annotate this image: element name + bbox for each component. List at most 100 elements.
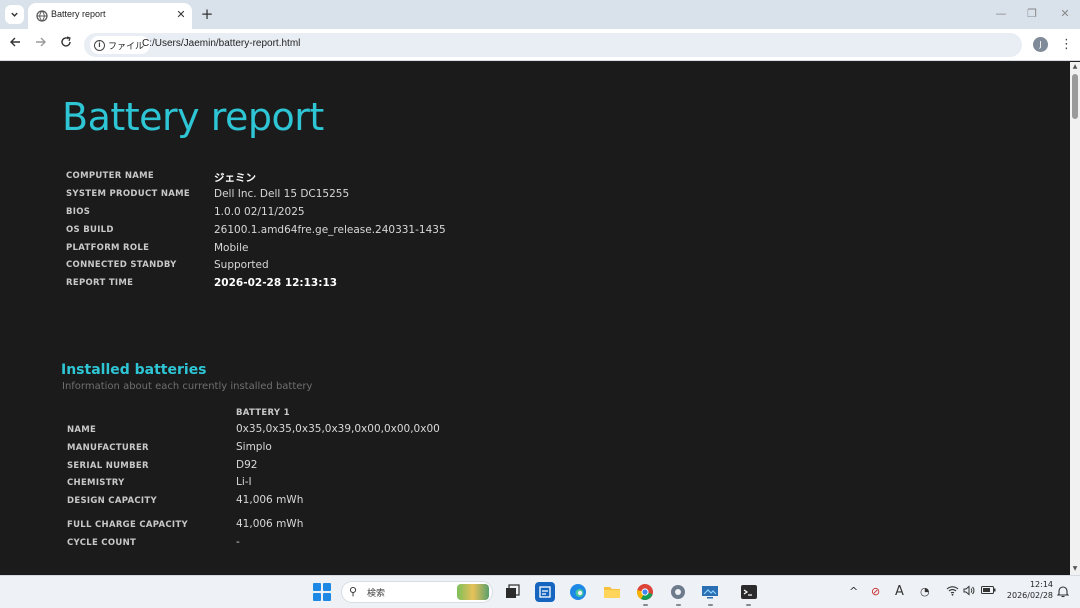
ime-indicator[interactable]: A (895, 585, 904, 599)
info-value: ジェミン (214, 172, 256, 184)
section-title-installed-batteries: Installed batteries (61, 362, 207, 378)
info-value: Supported (214, 259, 269, 272)
info-icon: i (94, 39, 105, 51)
chrome-browser-icon[interactable] (635, 582, 655, 602)
back-button[interactable] (6, 36, 24, 54)
security-alert-icon[interactable]: ⊘ (871, 585, 880, 599)
browser-toolbar: i ファイル C:/Users/Jaemin/battery-report.ht… (0, 29, 1080, 61)
battery-value: 0x35,0x35,0x35,0x39,0x00,0x00,0x00 (236, 423, 440, 435)
monitor-glyph (702, 586, 718, 599)
table-row: SERIAL NUMBER D92 (67, 459, 567, 475)
close-tab-icon[interactable]: ✕ (174, 8, 188, 22)
scroll-thumb[interactable] (1072, 74, 1078, 119)
url-text[interactable]: C:/Users/Jaemin/battery-report.html (142, 38, 300, 49)
task-view-glyph (506, 584, 520, 598)
info-key: OS BUILD (66, 224, 114, 235)
tab-search-button[interactable] (5, 5, 24, 24)
running-indicator (676, 604, 681, 606)
windows-logo-tile (313, 592, 322, 601)
running-indicator (708, 604, 713, 606)
battery-value: D92 (236, 459, 258, 471)
wifi-glyph (946, 586, 959, 596)
table-row: MANUFACTURER Simplo (67, 441, 567, 457)
clock-date: 2026/02/28 (1006, 591, 1053, 600)
running-indicator (643, 604, 648, 606)
info-key: COMPUTER NAME (66, 171, 155, 181)
tab-strip: Battery report ✕ + — ❐ ✕ (0, 0, 1080, 29)
clock-time: 12:14 (1029, 580, 1053, 589)
new-tab-button[interactable]: + (199, 6, 215, 22)
task-view-icon[interactable] (502, 582, 522, 602)
info-key: BIOS (66, 206, 91, 217)
info-key: CONNECTED STANDBY (66, 260, 177, 271)
file-explorer-icon[interactable] (602, 582, 622, 602)
windows-logo-tile (313, 583, 322, 592)
search-icon: ⚲ (349, 585, 358, 598)
taskbar: ⚲ 検索 ^ ⊘ A ◔ 12:14 2026/02/28 (0, 575, 1080, 608)
chevron-down-icon (11, 12, 18, 17)
reload-button[interactable] (57, 36, 75, 54)
taskbar-search[interactable]: ⚲ 検索 (341, 581, 493, 603)
battery-value: - (236, 536, 240, 548)
start-button[interactable] (313, 583, 331, 601)
minimize-button[interactable]: — (993, 6, 1009, 22)
battery-column-header: BATTERY 1 (236, 408, 290, 418)
battery-key: FULL CHARGE CAPACITY (67, 520, 188, 530)
sync-icon[interactable]: ◔ (920, 585, 930, 599)
arrow-right-icon (36, 37, 46, 47)
info-value: 26100.1.amd64fre.ge_release.240331-1435 (214, 223, 446, 236)
table-row: CYCLE COUNT - (67, 536, 567, 552)
battery-key: NAME (67, 425, 97, 435)
battery-key: DESIGN CAPACITY (67, 496, 157, 506)
store-app-icon[interactable] (535, 582, 555, 602)
reload-icon (61, 36, 71, 47)
more-menu-icon[interactable]: ⋮ (1060, 36, 1073, 54)
page-content: Battery report COMPUTER NAME ジェミン SYSTEM… (0, 62, 1070, 575)
profile-avatar[interactable]: J (1033, 37, 1048, 52)
table-row: CHEMISTRY Li-I (67, 476, 567, 492)
battery-glyph (981, 586, 996, 594)
info-key: SYSTEM PRODUCT NAME (66, 188, 191, 199)
site-info-chip[interactable]: i ファイル (90, 36, 151, 54)
wifi-icon[interactable] (946, 585, 959, 600)
maximize-button[interactable]: ❐ (1024, 6, 1040, 22)
edge-glyph (570, 584, 586, 600)
page-scrollbar[interactable]: ▲ ▼ (1070, 62, 1080, 575)
scroll-up-icon[interactable]: ▲ (1071, 63, 1079, 71)
battery-value: Li-I (236, 476, 252, 488)
info-value: Dell Inc. Dell 15 DC15255 (214, 187, 350, 200)
scroll-down-icon[interactable]: ▼ (1071, 565, 1079, 573)
taskbar-search-placeholder: 検索 (367, 589, 386, 599)
tab-battery-report[interactable]: Battery report ✕ (28, 3, 192, 29)
battery-value: Simplo (236, 441, 272, 453)
windows-logo-tile (322, 592, 331, 601)
show-hidden-icons-chevron-icon[interactable]: ^ (849, 585, 858, 599)
edge-browser-icon[interactable] (568, 582, 588, 602)
forward-button[interactable] (32, 36, 50, 54)
address-bar[interactable]: i ファイル C:/Users/Jaemin/battery-report.ht… (84, 33, 1022, 57)
settings-gear-icon[interactable] (668, 582, 688, 602)
battery-key: MANUFACTURER (67, 443, 149, 453)
battery-icon[interactable] (981, 585, 996, 599)
battery-value: 41,006 mWh (236, 494, 304, 506)
info-value: 1.0.0 02/11/2025 (214, 205, 305, 218)
folder-glyph (604, 587, 620, 598)
running-indicator (746, 604, 751, 606)
globe-icon (36, 10, 48, 22)
notification-bell-icon[interactable] (1056, 585, 1070, 601)
volume-icon[interactable] (963, 585, 976, 600)
terminal-icon[interactable] (739, 582, 759, 602)
windows-logo-tile (322, 583, 331, 592)
info-value: Mobile (214, 241, 249, 254)
terminal-glyph (741, 585, 757, 599)
close-window-button[interactable]: ✕ (1057, 6, 1073, 22)
battery-value: 41,006 mWh (236, 518, 304, 530)
page-title: Battery report (62, 95, 324, 139)
chrome-glyph (636, 584, 653, 600)
site-chip-label: ファイル (108, 41, 145, 52)
battery-key: CHEMISTRY (67, 478, 125, 488)
battery-key: CYCLE COUNT (67, 538, 137, 548)
remote-desktop-icon[interactable] (700, 582, 720, 602)
info-value: 2026-02-28 12:13:13 (214, 277, 338, 290)
taskbar-clock[interactable]: 12:14 2026/02/28 (1005, 579, 1053, 601)
